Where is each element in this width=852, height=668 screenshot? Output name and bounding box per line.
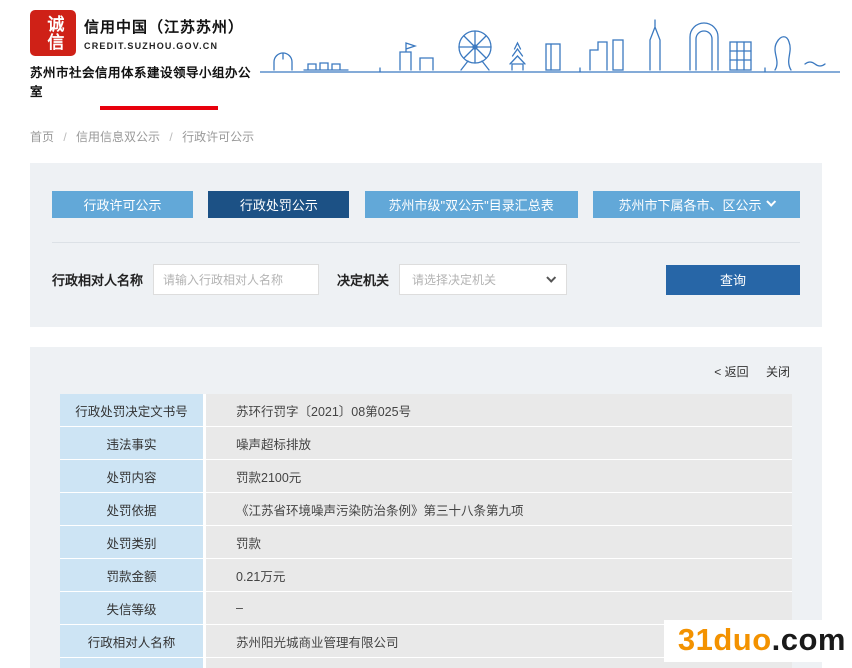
- divider-line: [52, 242, 800, 243]
- breadcrumb-admin-license[interactable]: 行政许可公示: [182, 130, 254, 144]
- row-value: 《江苏省环境噪声污染防治条例》第三十八条第九项: [206, 493, 792, 525]
- site-url: CREDIT.SUZHOU.GOV.CN: [84, 41, 244, 51]
- row-value: 罚款2100元: [206, 460, 792, 492]
- detail-actions: < 返回 关闭: [60, 363, 790, 380]
- row-value: 罚款: [206, 526, 792, 558]
- row-label: 失信等级: [60, 592, 203, 624]
- site-header: 诚信 信用中国（江苏苏州） CREDIT.SUZHOU.GOV.CN 苏州市社会…: [0, 0, 852, 110]
- authority-select[interactable]: 请选择决定机关: [399, 264, 567, 295]
- credit-seal-logo: 诚信: [30, 10, 76, 56]
- table-row: 罚款金额 0.21万元: [60, 559, 792, 591]
- table-row: 处罚依据 《江苏省环境噪声污染防治条例》第三十八条第九项: [60, 493, 792, 525]
- tab-admin-license-publicity[interactable]: 行政许可公示: [52, 191, 193, 218]
- tab-admin-penalty-publicity[interactable]: 行政处罚公示: [208, 191, 349, 218]
- row-value: 苏环行罚字〔2021〕08第025号: [206, 394, 792, 426]
- query-button[interactable]: 查询: [666, 265, 800, 295]
- table-row: 违法事实 噪声超标排放: [60, 427, 792, 459]
- site-subtitle: 苏州市社会信用体系建设领导小组办公室: [30, 62, 260, 100]
- watermark: 31duo.com: [664, 620, 852, 662]
- row-label: 行政相对人名称: [60, 625, 203, 657]
- name-input[interactable]: [153, 264, 319, 295]
- row-label: 处罚类别: [60, 526, 203, 558]
- row-label: 行政处罚决定文书号: [60, 394, 203, 426]
- search-form: 行政相对人名称 决定机关 请选择决定机关 查询: [52, 264, 800, 295]
- breadcrumb: 首页 / 信用信息双公示 / 行政许可公示: [0, 110, 852, 155]
- table-row: 处罚内容 罚款2100元: [60, 460, 792, 492]
- breadcrumb-separator: /: [63, 130, 66, 144]
- breadcrumb-separator: /: [169, 130, 172, 144]
- chevron-down-icon: [767, 197, 777, 207]
- chevron-down-icon: [546, 273, 556, 283]
- tab-district-publicity[interactable]: 苏州市下属各市、区公示: [593, 191, 800, 218]
- city-skyline-illustration: [260, 14, 840, 76]
- authority-field-label: 决定机关: [337, 270, 389, 289]
- filter-panel: 行政许可公示 行政处罚公示 苏州市级"双公示"目录汇总表 苏州市下属各市、区公示…: [30, 163, 822, 327]
- back-link[interactable]: < 返回: [714, 365, 748, 379]
- row-value: 噪声超标排放: [206, 427, 792, 459]
- table-row: 处罚类别 罚款: [60, 526, 792, 558]
- tab-catalog-summary[interactable]: 苏州市级"双公示"目录汇总表: [365, 191, 578, 218]
- row-label: 处罚依据: [60, 493, 203, 525]
- row-label: 处罚内容: [60, 460, 203, 492]
- red-underline-decoration: [100, 106, 218, 110]
- name-field-label: 行政相对人名称: [52, 270, 143, 289]
- seal-text: 诚信: [44, 15, 63, 51]
- row-label: 统一社会信用代码: [60, 658, 203, 668]
- tab-bar: 行政许可公示 行政处罚公示 苏州市级"双公示"目录汇总表 苏州市下属各市、区公示: [52, 191, 800, 218]
- row-value: 0.21万元: [206, 559, 792, 591]
- row-label: 违法事实: [60, 427, 203, 459]
- tab-district-publicity-label: 苏州市下属各市、区公示: [618, 195, 761, 214]
- authority-select-placeholder: 请选择决定机关: [412, 271, 496, 288]
- row-label: 罚款金额: [60, 559, 203, 591]
- watermark-suffix: .com: [772, 622, 846, 657]
- table-row: 行政处罚决定文书号 苏环行罚字〔2021〕08第025号: [60, 394, 792, 426]
- site-title: 信用中国（江苏苏州）: [84, 16, 244, 37]
- close-link[interactable]: 关闭: [766, 365, 790, 379]
- breadcrumb-home[interactable]: 首页: [30, 130, 54, 144]
- watermark-brand: 31duo: [678, 622, 772, 657]
- breadcrumb-double-publicity[interactable]: 信用信息双公示: [76, 130, 160, 144]
- brand-block: 诚信 信用中国（江苏苏州） CREDIT.SUZHOU.GOV.CN 苏州市社会…: [30, 10, 260, 110]
